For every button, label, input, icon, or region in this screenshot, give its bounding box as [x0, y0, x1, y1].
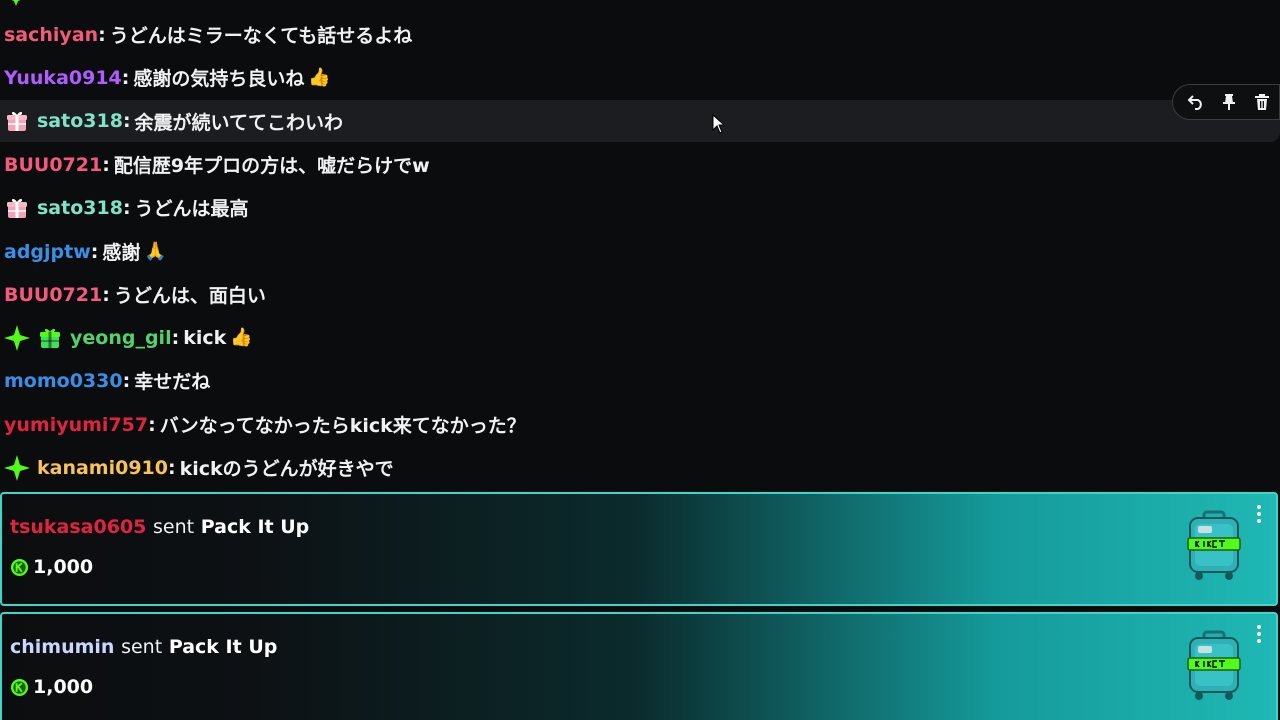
chat-message[interactable]: sato318: うどんは最高 [0, 186, 1280, 229]
chat-text: うどんは最高 [134, 198, 249, 220]
gift-sent-label: sent [121, 636, 163, 658]
gift-amount-row: 1,000 [10, 676, 93, 698]
gift-sender[interactable]: tsukasa0605 [10, 516, 146, 538]
gift-amount: 1,000 [33, 556, 94, 578]
chat-text: 幸せだね [134, 371, 211, 393]
gift-message: tsukasa0605 sent Pack It Up [10, 516, 309, 538]
separator: : [171, 326, 180, 349]
chat-message[interactable]: adgjptw: 感謝 🙏 [0, 230, 1280, 273]
chat-username[interactable]: momo0330 [4, 370, 123, 392]
more-options-icon[interactable] [1256, 504, 1262, 524]
pack-it-up-suitcase-icon [1187, 510, 1241, 580]
gift-name: Pack It Up [168, 636, 278, 658]
chat-text: 余震が続いててこわいわ [134, 111, 343, 134]
separator: : [90, 240, 99, 263]
gift-message: chimumin sent Pack It Up [10, 636, 277, 658]
thumbs-up-emoji: 👍 [230, 327, 253, 348]
chat-text: うどんは、面白い [113, 285, 266, 307]
chat-message[interactable]: yumiyumi757: バンなってなかったらkick来てなかった？ [0, 403, 1280, 446]
chat-text: うどんはミラーなくても話せるよね [109, 25, 413, 47]
chat-username[interactable]: Yuuka0914 [4, 67, 122, 89]
chat-message[interactable]: kanami0910: kickのうどんが好きやで [0, 446, 1280, 489]
pack-it-up-suitcase-icon [1187, 630, 1241, 700]
chat-username[interactable]: kanami0910 [37, 457, 168, 479]
gift-amount: 1,000 [33, 676, 94, 698]
kick-coin-icon [10, 558, 29, 576]
chat-username[interactable]: sato318 [37, 197, 123, 219]
gift-sent-label: sent [153, 516, 195, 538]
mouse-cursor-icon [712, 114, 726, 134]
chat-message[interactable]: BUU0721: 配信歴9年プロの方は、嘘だらけでw [0, 143, 1280, 186]
gift-icon[interactable] [4, 108, 30, 134]
kick-coin-icon [10, 678, 29, 696]
chat-message[interactable]: momo0330: 幸せだね [0, 359, 1280, 402]
separator: : [98, 23, 106, 46]
chat-text: 感謝 [102, 242, 141, 264]
pin-icon[interactable] [1215, 88, 1243, 116]
gift-name: Pack It Up [200, 516, 310, 538]
gift-card[interactable]: tsukasa0605 sent Pack It Up 1,000 [0, 492, 1278, 606]
gift-sender[interactable]: chimumin [10, 636, 114, 658]
sparkle-icon[interactable] [4, 454, 30, 481]
chat-text: kickのうどんが好きやで [179, 458, 394, 480]
chat-username[interactable]: yeong_gil [70, 327, 172, 349]
separator: : [121, 66, 130, 89]
chat-username[interactable]: sachiyan [4, 24, 98, 46]
chat-message[interactable]: Yuuka0914: 感謝の気持ち良いね 👍 [0, 56, 1280, 99]
delete-icon[interactable] [1248, 88, 1276, 116]
sparkle-icon [11, 0, 21, 6]
chat-text: 配信歴9年プロの方は、嘘だらけでw [113, 155, 430, 177]
chat-panel: sachiyan: うどんはミラーなくても話せるよね Yuuka0914: 感謝の気… [0, 0, 1280, 720]
chat-message[interactable]: BUU0721: うどんは、面白い [0, 273, 1280, 316]
chat-text: バンなってなかったらkick来てなかった？ [159, 415, 526, 437]
chat-username[interactable]: BUU0721 [4, 154, 102, 176]
chat-message-hovered[interactable]: sato318: 余震が続いててこわいわ [0, 100, 1280, 142]
separator: : [102, 283, 110, 306]
chat-username[interactable]: BUU0721 [4, 284, 102, 306]
gift-icon[interactable] [37, 325, 63, 351]
gift-icon[interactable] [4, 195, 30, 221]
praying-hands-emoji: 🙏 [144, 241, 167, 262]
reply-icon[interactable] [1182, 88, 1210, 116]
chat-username[interactable]: yumiyumi757 [4, 414, 148, 436]
separator: : [102, 153, 110, 176]
gift-amount-row: 1,000 [10, 556, 93, 578]
chat-username[interactable]: adgjptw [4, 241, 91, 263]
thumbs-up-emoji: 👍 [308, 67, 331, 88]
chat-message[interactable]: yeong_gil: kick 👍 [0, 316, 1280, 359]
message-actions [1172, 84, 1280, 120]
chat-text: 感謝の気持ち良いね [133, 68, 305, 90]
separator: : [122, 369, 131, 392]
sparkle-icon[interactable] [4, 324, 30, 351]
separator: : [148, 413, 156, 436]
chat-text: kick [183, 326, 227, 349]
gift-card[interactable]: chimumin sent Pack It Up 1,000 [0, 612, 1278, 720]
more-options-icon[interactable] [1256, 624, 1262, 644]
separator: : [168, 456, 176, 479]
separator: : [122, 196, 131, 219]
separator: : [122, 110, 131, 132]
chat-message[interactable]: sachiyan: うどんはミラーなくても話せるよね [0, 13, 1280, 56]
chat-username[interactable]: sato318 [37, 110, 123, 132]
